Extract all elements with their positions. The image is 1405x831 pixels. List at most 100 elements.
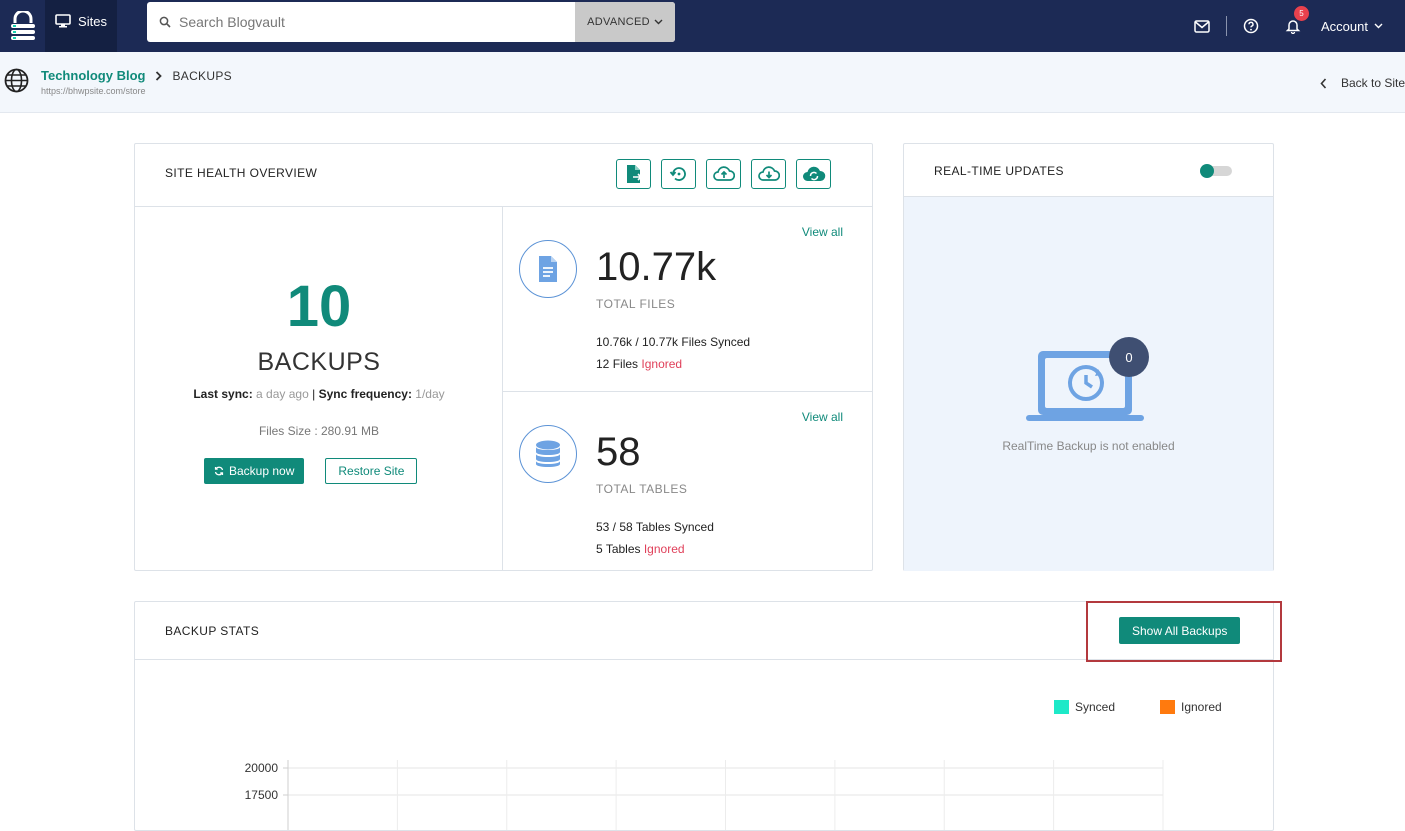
back-to-site-label: Back to Site — [1340, 76, 1405, 90]
breadcrumb-site-link[interactable]: Technology Blog — [41, 68, 145, 83]
mail-icon — [1194, 19, 1210, 33]
last-sync-label: Last sync: — [193, 387, 253, 401]
realtime-updates-card: REAL-TIME UPDATES 0 RealTime Backup is n… — [903, 143, 1274, 571]
chevron-right-icon — [156, 70, 163, 81]
tables-ignored-count: 5 — [596, 542, 603, 556]
account-label: Account — [1321, 18, 1368, 34]
database-icon — [536, 440, 560, 467]
show-all-backups-button[interactable]: Show All Backups — [1119, 617, 1241, 644]
sync-frequency-label: Sync frequency: — [318, 387, 412, 401]
back-to-site-link[interactable]: Back to Site — [1320, 76, 1405, 90]
chevron-down-icon — [1374, 23, 1383, 29]
logo-icon — [10, 11, 35, 40]
notifications-button[interactable]: 5 — [1279, 6, 1310, 40]
tables-stat-badge — [519, 425, 577, 483]
files-synced: 10.76k / 10.77k Files Synced — [596, 335, 750, 349]
restore-history-button[interactable] — [661, 159, 696, 189]
files-stat-badge — [519, 240, 577, 298]
total-files-value: 10.77k — [596, 245, 717, 289]
files-ignored-prefix: Files — [612, 357, 639, 371]
tables-view-all-link[interactable]: View all — [802, 410, 843, 424]
advanced-label: ADVANCED — [587, 16, 650, 28]
total-tables-label: TOTAL TABLES — [596, 482, 688, 496]
backup-stats-title: BACKUP STATS — [165, 624, 260, 638]
backup-action-toolbar — [616, 159, 831, 189]
search-field-wrap — [147, 2, 575, 42]
upload-button[interactable] — [706, 159, 741, 189]
realtime-toggle[interactable] — [1200, 164, 1232, 178]
site-health-header: SITE HEALTH OVERVIEW — [135, 144, 872, 207]
sites-label: Sites — [78, 14, 107, 29]
backup-now-button[interactable]: Backup now — [204, 458, 305, 484]
migrate-button[interactable] — [616, 159, 651, 189]
site-url: https://bhwpsite.com/store — [41, 86, 146, 96]
tables-ignored: 5 Tables Ignored — [596, 542, 685, 556]
restore-site-button[interactable]: Restore Site — [325, 458, 418, 484]
breadcrumb: Technology Blog BACKUPS — [41, 68, 232, 83]
files-ignored-link[interactable]: Ignored — [641, 357, 682, 371]
file-export-icon — [626, 165, 642, 183]
advanced-search-button[interactable]: ADVANCED — [575, 2, 675, 42]
sync-info: Last sync: a day ago | Sync frequency: 1… — [135, 387, 503, 401]
files-stat: View all 10.77k TOTAL FILES 10.76k / 10.… — [503, 207, 873, 392]
tables-ignored-link[interactable]: Ignored — [644, 542, 685, 556]
nav-divider — [1226, 16, 1228, 36]
account-menu[interactable]: Account — [1321, 19, 1383, 34]
chevron-down-icon — [654, 19, 663, 25]
sync-frequency-value: 1/day — [415, 387, 445, 401]
files-ignored-count: 12 — [596, 357, 610, 371]
backups-label: BACKUPS — [257, 348, 381, 376]
realtime-header: REAL-TIME UPDATES — [904, 144, 1273, 197]
search-icon — [159, 16, 171, 28]
nav-actions: 5 Account — [1188, 0, 1405, 52]
globe-icon — [4, 68, 29, 93]
realtime-body: 0 RealTime Backup is not enabled — [904, 197, 1273, 571]
chevron-left-icon — [1320, 77, 1327, 89]
backup-stats-chart: 20000 17500 — [245, 760, 1164, 830]
cloud-sync-button[interactable] — [796, 159, 831, 189]
realtime-title: REAL-TIME UPDATES — [934, 164, 1064, 178]
breadcrumb-bar: Technology Blog BACKUPS https://bhwpsite… — [0, 52, 1405, 113]
restore-site-label: Restore Site — [338, 464, 405, 478]
download-button[interactable] — [751, 159, 786, 189]
file-icon — [539, 256, 557, 282]
tables-ignored-prefix: Tables — [605, 542, 641, 556]
files-synced-suffix: Files Synced — [681, 335, 751, 349]
last-sync-value: a day ago — [256, 387, 309, 401]
chart-y-tick-label: 20000 — [245, 761, 279, 775]
blogvault-logo[interactable] — [0, 0, 45, 52]
toggle-knob — [1200, 164, 1214, 178]
cloud-upload-icon — [712, 166, 735, 181]
sync-icon — [214, 466, 224, 476]
cloud-download-icon — [757, 166, 780, 181]
files-ignored: 12 Files Ignored — [596, 357, 682, 371]
total-tables-value: 58 — [596, 430, 641, 474]
search-bar: ADVANCED — [147, 2, 675, 42]
top-nav: Sites ADVANCED — [0, 0, 1405, 52]
backup-actions: Backup now Restore Site — [204, 458, 418, 484]
files-view-all-link[interactable]: View all — [802, 225, 843, 239]
backup-now-label: Backup now — [229, 464, 295, 478]
highlight-box: Show All Backups — [1086, 601, 1282, 662]
backups-count: 10 — [286, 274, 352, 339]
backups-summary: 10 BACKUPS Last sync: a day ago | Sync f… — [135, 207, 503, 571]
help-button[interactable] — [1237, 12, 1265, 40]
tables-synced-suffix: Tables Synced — [635, 520, 714, 534]
sync-separator: | — [312, 387, 316, 401]
tables-synced-count: 53 / 58 — [596, 520, 633, 534]
search-input[interactable] — [179, 14, 559, 30]
total-files-label: TOTAL FILES — [596, 297, 676, 311]
backup-stats-card: BACKUP STATS Show All Backups Synced Ign… — [134, 601, 1282, 831]
realtime-count-badge: 0 — [1109, 337, 1149, 377]
chart-y-tick-label: 17500 — [245, 788, 279, 802]
files-size: Files Size : 280.91 MB — [258, 424, 380, 438]
backup-stats-header: BACKUP STATS Show All Backups — [135, 601, 1282, 662]
restore-icon — [669, 167, 686, 181]
mail-button[interactable] — [1188, 12, 1216, 40]
monitor-icon — [55, 14, 71, 28]
notification-badge: 5 — [1294, 6, 1310, 21]
site-health-title: SITE HEALTH OVERVIEW — [165, 166, 318, 180]
sites-tab[interactable]: Sites — [45, 0, 117, 52]
help-icon — [1243, 18, 1259, 34]
breadcrumb-current: BACKUPS — [172, 68, 232, 83]
